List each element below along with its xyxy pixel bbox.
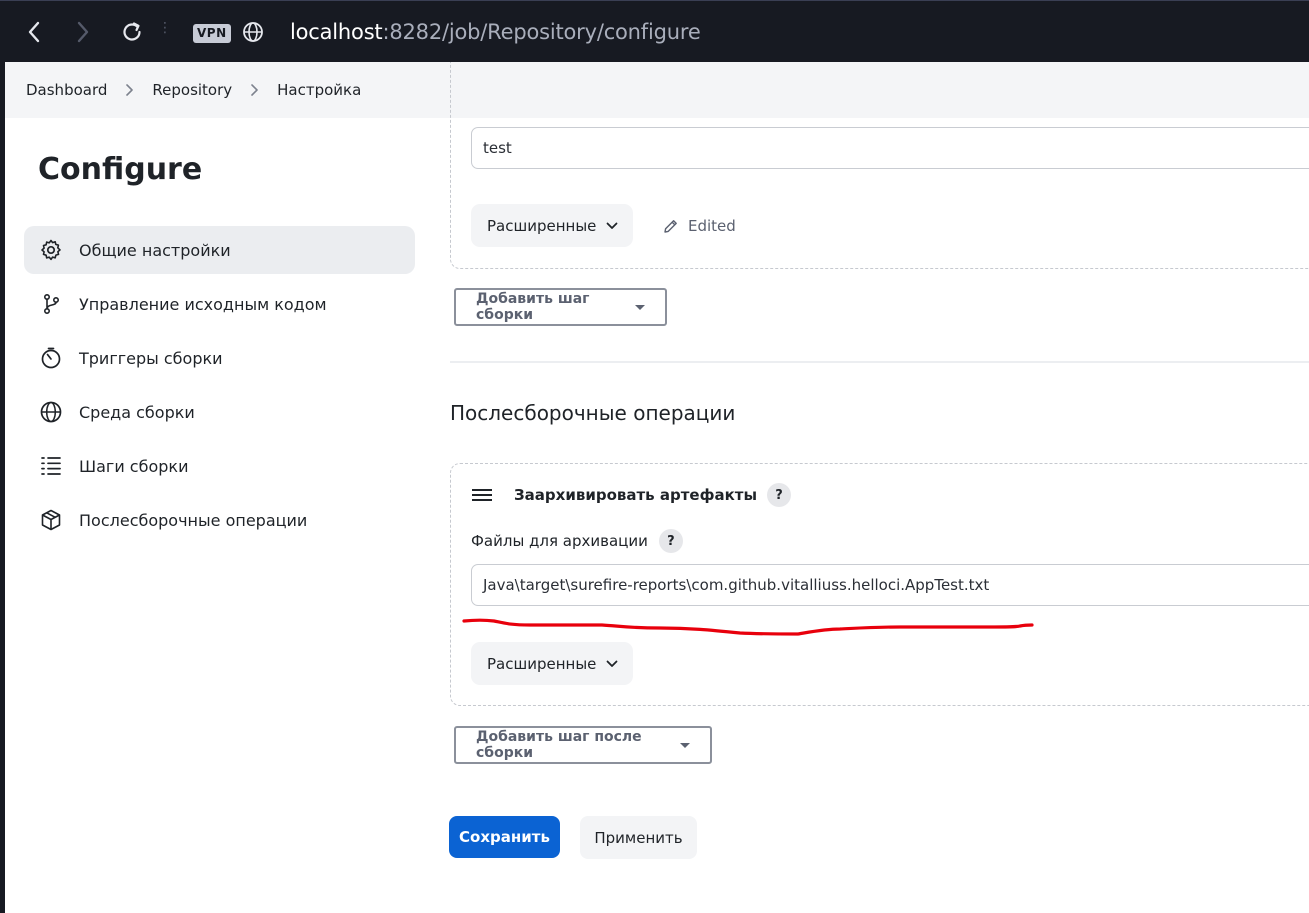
sidebar-item-label: Шаги сборки [79, 456, 189, 476]
globe-icon[interactable] [238, 17, 268, 47]
timer-icon [38, 345, 64, 371]
sidebar-item-label: Триггеры сборки [79, 348, 223, 368]
sidebar-item-general[interactable]: Общие настройки [24, 226, 415, 274]
add-build-step-button[interactable]: Добавить шаг сборки [454, 288, 667, 326]
files-to-archive-input[interactable]: Java\target\surefire-reports\com.github.… [471, 564, 1309, 606]
url-host: localhost [290, 20, 383, 44]
advanced-button[interactable]: Расширенные [471, 642, 633, 685]
sidebar-item-label: Управление исходным кодом [79, 294, 327, 314]
add-post-build-step-label: Добавить шаг после сборки [476, 729, 642, 761]
list-icon [38, 453, 64, 479]
caret-down-icon [680, 742, 690, 748]
sidebar-item-post-build[interactable]: Послесборочные операции [24, 496, 415, 544]
window-frame [0, 62, 5, 913]
breadcrumb-configure[interactable]: Настройка [277, 81, 361, 99]
sidebar-item-triggers[interactable]: Триггеры сборки [24, 334, 415, 382]
separator-dots: ⋮ [158, 20, 172, 36]
apply-button[interactable]: Применить [580, 816, 697, 859]
help-icon[interactable]: ? [767, 483, 792, 507]
archive-artifacts-header: Заархивировать артефакты ? [472, 483, 792, 507]
chevron-right-icon [125, 83, 135, 97]
sidebar-item-build-steps[interactable]: Шаги сборки [24, 442, 415, 490]
chevron-down-icon [606, 222, 618, 230]
sidebar-item-label: Среда сборки [79, 402, 195, 422]
branch-icon [38, 291, 64, 317]
drag-handle-icon[interactable] [472, 489, 492, 501]
advanced-button[interactable]: Расширенные [471, 204, 633, 247]
browser-toolbar: ⋮ VPN localhost:8282/job/Repository/conf… [0, 0, 1309, 62]
advanced-label: Расширенные [487, 654, 597, 673]
globe-icon [38, 399, 64, 425]
edited-label: Edited [688, 217, 736, 235]
package-icon [38, 507, 64, 533]
advanced-label: Расширенные [487, 216, 597, 235]
sidebar-item-environment[interactable]: Среда сборки [24, 388, 415, 436]
pencil-icon [662, 218, 679, 235]
sidebar-item-label: Послесборочные операции [79, 510, 308, 530]
url-path: :8282/job/Repository/configure [382, 20, 701, 44]
add-build-step-label: Добавить шаг сборки [476, 291, 590, 323]
help-icon[interactable]: ? [658, 529, 683, 553]
archive-artifacts-title: Заархивировать артефакты [514, 486, 758, 504]
reload-icon[interactable] [117, 17, 147, 47]
chevron-down-icon [606, 660, 618, 668]
files-to-archive-label: Файлы для архивации ? [471, 529, 683, 553]
back-icon[interactable] [19, 17, 49, 47]
red-underline-annotation [462, 618, 1034, 636]
files-label-text: Файлы для архивации [471, 532, 648, 550]
sidebar-item-label: Общие настройки [79, 240, 231, 260]
page-title: Configure [38, 152, 203, 187]
edited-indicator: Edited [662, 217, 736, 235]
section-divider [450, 361, 1309, 363]
address-bar[interactable]: localhost:8282/job/Repository/configure [290, 20, 701, 44]
vpn-badge[interactable]: VPN [193, 24, 231, 43]
breadcrumb-dashboard[interactable]: Dashboard [26, 81, 107, 99]
gear-icon [38, 237, 64, 263]
chevron-right-icon [250, 83, 260, 97]
post-build-section-title: Послесборочные операции [450, 401, 736, 425]
caret-down-icon [635, 304, 645, 310]
command-field[interactable]: test [471, 127, 1309, 169]
forward-icon[interactable] [68, 17, 98, 47]
save-button[interactable]: Сохранить [449, 816, 560, 858]
breadcrumb-repository[interactable]: Repository [152, 81, 232, 99]
add-post-build-step-button[interactable]: Добавить шаг после сборки [454, 726, 712, 764]
sidebar-item-scm[interactable]: Управление исходным кодом [24, 280, 415, 328]
